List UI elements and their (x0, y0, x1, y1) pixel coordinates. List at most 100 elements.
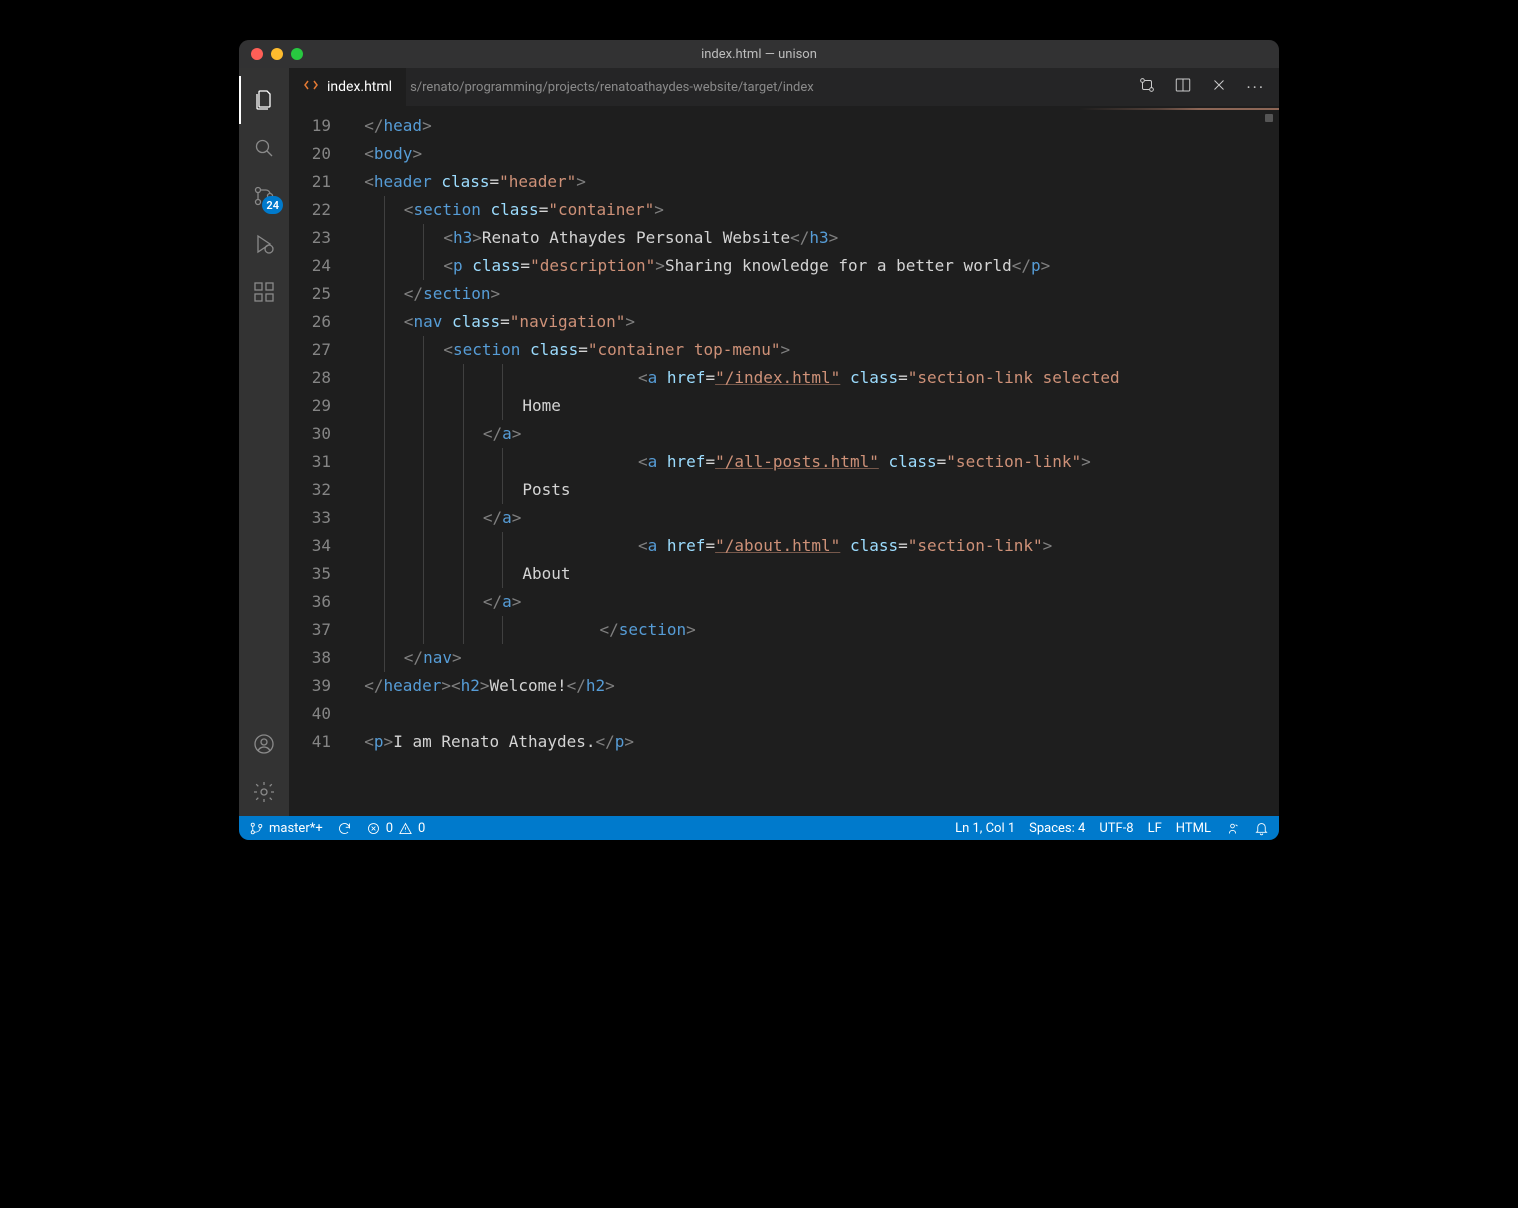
line-number[interactable]: 20 (289, 140, 331, 168)
status-eol[interactable]: LF (1148, 821, 1162, 836)
accounts-activity[interactable] (239, 720, 289, 768)
line-number[interactable]: 41 (289, 728, 331, 756)
line-number[interactable]: 27 (289, 336, 331, 364)
line-number[interactable]: 28 (289, 364, 331, 392)
line-number[interactable]: 26 (289, 308, 331, 336)
line-number[interactable]: 40 (289, 700, 331, 728)
editor-tab-index-html[interactable]: index.html (289, 68, 406, 106)
code-line[interactable]: </a> (345, 420, 1279, 448)
code-line[interactable]: </section> (345, 616, 1279, 644)
code-line[interactable] (345, 700, 1279, 728)
branch-icon (249, 821, 264, 836)
line-number[interactable]: 31 (289, 448, 331, 476)
line-number[interactable]: 39 (289, 672, 331, 700)
code-line[interactable]: <p class="description">Sharing knowledge… (345, 252, 1279, 280)
code-line[interactable]: </a> (345, 504, 1279, 532)
code-line[interactable]: <a href="/about.html" class="section-lin… (345, 532, 1279, 560)
code-line[interactable]: <a href="/all-posts.html" class="section… (345, 448, 1279, 476)
title-bar[interactable]: index.html — unison (239, 40, 1279, 68)
line-number-gutter[interactable]: 1920212223242526272829303132333435363738… (289, 110, 345, 816)
line-number[interactable]: 23 (289, 224, 331, 252)
status-language[interactable]: HTML (1176, 821, 1211, 836)
status-sync[interactable] (337, 821, 352, 836)
error-icon (366, 821, 381, 836)
status-branch[interactable]: master*+ (249, 821, 323, 836)
status-problems[interactable]: 0 0 (366, 821, 426, 836)
tab-filepath: s/renato/programming/projects/renatoatha… (406, 68, 1124, 106)
feedback-icon (1225, 821, 1240, 836)
tab-filename: index.html (327, 79, 392, 95)
line-number[interactable]: 19 (289, 112, 331, 140)
code-line[interactable]: </header><h2>Welcome!</h2> (345, 672, 1279, 700)
code-line[interactable]: </section> (345, 280, 1279, 308)
editor-more-actions[interactable]: ··· (1246, 78, 1265, 97)
code-line[interactable]: <a href="/index.html" class="section-lin… (345, 364, 1279, 392)
explorer-activity[interactable] (239, 76, 289, 124)
code-line[interactable]: <p>I am Renato Athaydes.</p> (345, 728, 1279, 756)
code-editor[interactable]: 1920212223242526272829303132333435363738… (289, 110, 1279, 816)
editor-tab-bar: index.html s/renato/programming/projects… (289, 68, 1279, 106)
line-number[interactable]: 35 (289, 560, 331, 588)
window-controls (239, 48, 303, 60)
line-number[interactable]: 32 (289, 476, 331, 504)
code-line[interactable]: <section class="container top-menu"> (345, 336, 1279, 364)
status-cursor[interactable]: Ln 1, Col 1 (955, 821, 1015, 836)
bell-icon (1254, 821, 1269, 836)
code-line[interactable]: <nav class="navigation"> (345, 308, 1279, 336)
split-editor-button[interactable] (1174, 76, 1192, 98)
code-line[interactable]: </a> (345, 588, 1279, 616)
split-icon (1174, 76, 1192, 94)
sync-icon (337, 821, 352, 836)
source-control-activity[interactable]: 24 (239, 172, 289, 220)
search-icon (252, 136, 276, 160)
code-line[interactable]: <h3>Renato Athaydes Personal Website</h3… (345, 224, 1279, 252)
editor-tab-controls: ··· (1124, 68, 1279, 106)
extensions-activity[interactable] (239, 268, 289, 316)
maximize-window-button[interactable] (291, 48, 303, 60)
code-line[interactable]: <section class="container"> (345, 196, 1279, 224)
status-bar: master*+ 0 0 Ln 1, Col 1 Spaces: 4 UTF-8… (239, 816, 1279, 840)
line-number[interactable]: 37 (289, 616, 331, 644)
code-line[interactable]: </head> (345, 112, 1279, 140)
line-number[interactable]: 33 (289, 504, 331, 532)
compare-changes-button[interactable] (1138, 76, 1156, 98)
line-number[interactable]: 30 (289, 420, 331, 448)
code-line[interactable]: </nav> (345, 644, 1279, 672)
scm-badge: 24 (262, 196, 283, 214)
close-icon (1210, 76, 1228, 94)
status-feedback[interactable] (1225, 821, 1240, 836)
compare-icon (1138, 76, 1156, 94)
account-icon (252, 732, 276, 756)
line-number[interactable]: 38 (289, 644, 331, 672)
run-debug-activity[interactable] (239, 220, 289, 268)
window-title: index.html — unison (239, 47, 1279, 62)
line-number[interactable]: 21 (289, 168, 331, 196)
line-number[interactable]: 29 (289, 392, 331, 420)
status-indent[interactable]: Spaces: 4 (1029, 821, 1085, 836)
close-editor-button[interactable] (1210, 76, 1228, 98)
code-line[interactable]: <body> (345, 140, 1279, 168)
line-number[interactable]: 34 (289, 532, 331, 560)
line-number[interactable]: 24 (289, 252, 331, 280)
extensions-icon (252, 280, 276, 304)
files-icon (252, 88, 276, 112)
minimize-window-button[interactable] (271, 48, 283, 60)
code-line[interactable]: Posts (345, 476, 1279, 504)
gear-icon (252, 780, 276, 804)
line-number[interactable]: 22 (289, 196, 331, 224)
settings-activity[interactable] (239, 768, 289, 816)
activity-bar: 24 (239, 68, 289, 816)
line-number[interactable]: 25 (289, 280, 331, 308)
close-window-button[interactable] (251, 48, 263, 60)
search-activity[interactable] (239, 124, 289, 172)
code-content[interactable]: </head> <body> <header class="header"> <… (345, 110, 1279, 816)
code-line[interactable]: About (345, 560, 1279, 588)
code-line[interactable]: <header class="header"> (345, 168, 1279, 196)
status-notifications[interactable] (1254, 821, 1269, 836)
line-number[interactable]: 36 (289, 588, 331, 616)
code-line[interactable]: Home (345, 392, 1279, 420)
vscode-window: index.html — unison 24 (239, 40, 1279, 840)
status-encoding[interactable]: UTF-8 (1099, 821, 1133, 836)
debug-icon (252, 232, 276, 256)
html-file-icon (303, 77, 319, 97)
